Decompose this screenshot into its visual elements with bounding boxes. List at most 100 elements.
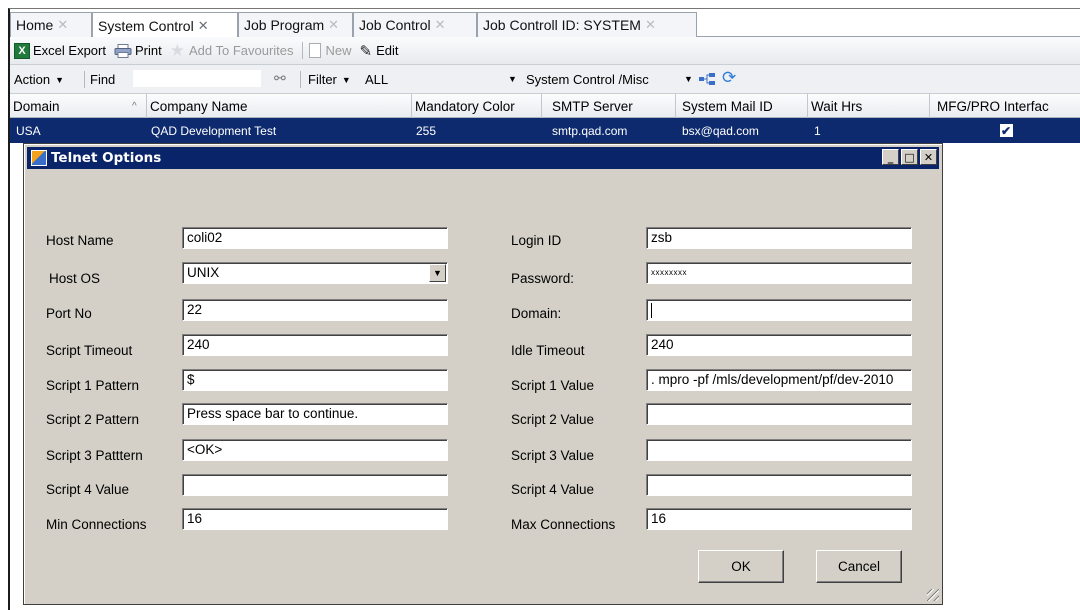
tab-bar: Home ✕ System Control ✕ Job Program ✕ Job C… — [10, 9, 1080, 38]
script-timeout-field[interactable]: 240 — [182, 334, 448, 356]
script-4-value-right-label: Script 4 Value — [511, 482, 595, 497]
column-header-company-name[interactable]: Company Name — [147, 94, 412, 118]
column-label: SMTP Server — [552, 98, 633, 114]
max-connections-label: Max Connections — [511, 517, 616, 532]
app-icon — [31, 150, 47, 166]
script-3-pattern-label: Script 3 Patttern — [46, 448, 143, 463]
excel-export-button[interactable]: X Excel Export — [14, 42, 106, 59]
port-no-label: Port No — [46, 306, 92, 321]
password-field[interactable]: xxxxxxxx — [646, 262, 912, 284]
column-label: Wait Hrs — [811, 98, 863, 114]
host-name-field[interactable]: coli02 — [182, 227, 448, 249]
text-cursor — [651, 302, 652, 318]
chevron-down-icon[interactable]: ▼ — [508, 74, 517, 84]
script-2-value-field[interactable] — [646, 403, 912, 425]
view-selector-value[interactable]: System Control /Misc — [526, 72, 649, 87]
tab-job-program[interactable]: Job Program ✕ — [238, 12, 353, 37]
excel-export-label: Excel Export — [33, 43, 106, 58]
tab-label: System Control — [98, 17, 194, 34]
script-2-value-label: Script 2 Value — [511, 412, 595, 427]
tab-job-control[interactable]: Job Control ✕ — [353, 12, 477, 37]
domain-field[interactable] — [646, 299, 912, 321]
column-header-wait-hrs[interactable]: Wait Hrs — [808, 94, 930, 118]
chevron-down-icon[interactable]: ▼ — [429, 264, 446, 282]
toolbar-divider — [301, 42, 303, 59]
column-header-system-mail-id[interactable]: System Mail ID — [676, 94, 808, 118]
divider — [300, 71, 301, 88]
tree-icon[interactable] — [698, 72, 716, 86]
excel-icon: X — [14, 42, 30, 59]
find-label: Find — [90, 72, 116, 87]
tab-label: Home — [16, 17, 54, 33]
host-os-select[interactable]: UNIX ▼ — [182, 262, 448, 284]
tab-label: Job Control — [359, 17, 431, 33]
close-icon[interactable]: ✕ — [198, 18, 209, 34]
resize-grip-icon[interactable] — [927, 589, 939, 601]
tab-job-controll-id[interactable]: Job Controll ID: SYSTEM ✕ — [477, 12, 697, 37]
edit-button[interactable]: ✎ Edit — [360, 42, 399, 60]
column-header-domain[interactable]: Domain ^ — [10, 94, 147, 118]
tab-system-control[interactable]: System Control ✕ — [92, 12, 238, 38]
host-name-label: Host Name — [46, 233, 114, 248]
ok-button[interactable]: OK — [698, 550, 784, 583]
close-icon[interactable]: ✕ — [645, 17, 656, 33]
chevron-down-icon: ▼ — [341, 74, 351, 85]
maximize-icon[interactable]: □ — [901, 149, 918, 165]
column-header-mandatory-color[interactable]: Mandatory Color — [412, 94, 542, 118]
refresh-icon[interactable]: ⟳ — [722, 68, 736, 88]
filter-dropdown[interactable]: Filter ▼ — [308, 72, 351, 87]
min-connections-field[interactable]: 16 — [182, 508, 448, 530]
divider — [84, 71, 85, 88]
column-label: Domain — [13, 98, 60, 114]
close-icon[interactable]: ✕ — [328, 17, 339, 33]
binoculars-icon[interactable]: ⚯ — [274, 70, 286, 87]
pencil-icon: ✎ — [359, 42, 373, 60]
idle-timeout-label: Idle Timeout — [511, 343, 585, 358]
sort-ascending-icon: ^ — [132, 100, 137, 112]
port-no-field[interactable]: 22 — [182, 299, 448, 321]
filter-bar: Action ▼ Find ⚯ Filter ▼ ALL ▼ System Cont… — [10, 65, 1080, 94]
minimize-icon[interactable]: _ — [882, 149, 899, 165]
table-row[interactable]: USA QAD Development Test 255 smtp.qad.co… — [10, 118, 1080, 143]
idle-timeout-field[interactable]: 240 — [646, 334, 912, 356]
script-4-value-field[interactable] — [182, 474, 448, 496]
action-dropdown[interactable]: Action ▼ — [14, 72, 64, 87]
column-label: Company Name — [150, 98, 248, 114]
cell-company-name: QAD Development Test — [151, 123, 277, 138]
login-id-field[interactable]: zsb — [646, 227, 912, 249]
filter-value: ALL — [365, 72, 389, 87]
close-icon[interactable]: ✕ — [435, 17, 446, 33]
script-1-value-field[interactable]: . mpro -pf /mls/development/pf/dev-2010 — [646, 369, 912, 391]
column-header-smtp-server[interactable]: SMTP Server — [542, 94, 676, 118]
host-os-value: UNIX — [187, 265, 220, 280]
cell-domain: USA — [16, 123, 41, 138]
cancel-button[interactable]: Cancel — [816, 550, 902, 583]
print-button[interactable]: Print — [114, 43, 162, 58]
filter-label: Filter — [308, 72, 337, 87]
new-document-icon — [308, 43, 321, 58]
host-os-label: Host OS — [49, 271, 101, 286]
close-icon[interactable]: ✕ — [57, 17, 68, 33]
toolbar: X Excel Export Print ★ Add To Favourites… — [10, 37, 1080, 65]
script-3-value-field[interactable] — [646, 439, 912, 461]
add-to-favourites-button[interactable]: ★ Add To Favourites — [170, 41, 294, 61]
script-1-pattern-field[interactable]: $ — [182, 369, 448, 391]
checkbox[interactable]: ✔ — [999, 124, 1013, 138]
favourites-label: Add To Favourites — [188, 43, 294, 58]
find-input[interactable] — [132, 69, 262, 88]
script-timeout-label: Script Timeout — [46, 343, 133, 358]
dialog-titlebar[interactable]: Telnet Options _ □ ✕ — [27, 147, 939, 169]
script-3-pattern-field[interactable]: <OK> — [182, 439, 448, 461]
grid-header: Domain ^ Company Name Mandatory Color SM… — [10, 94, 1080, 118]
star-icon: ★ — [169, 40, 185, 60]
close-icon[interactable]: ✕ — [920, 149, 937, 165]
script-2-pattern-field[interactable]: Press space bar to continue. — [182, 403, 448, 425]
min-connections-label: Min Connections — [46, 517, 147, 532]
chevron-down-icon[interactable]: ▼ — [684, 74, 693, 84]
new-button[interactable]: New — [308, 43, 352, 58]
max-connections-field[interactable]: 16 — [646, 508, 912, 530]
tab-home[interactable]: Home ✕ — [10, 12, 92, 37]
column-header-mfg-pro-interface[interactable]: MFG/PRO Interfac — [930, 94, 1080, 118]
script-4-value-right-field[interactable] — [646, 474, 912, 496]
column-label: MFG/PRO Interfac — [937, 98, 1049, 114]
